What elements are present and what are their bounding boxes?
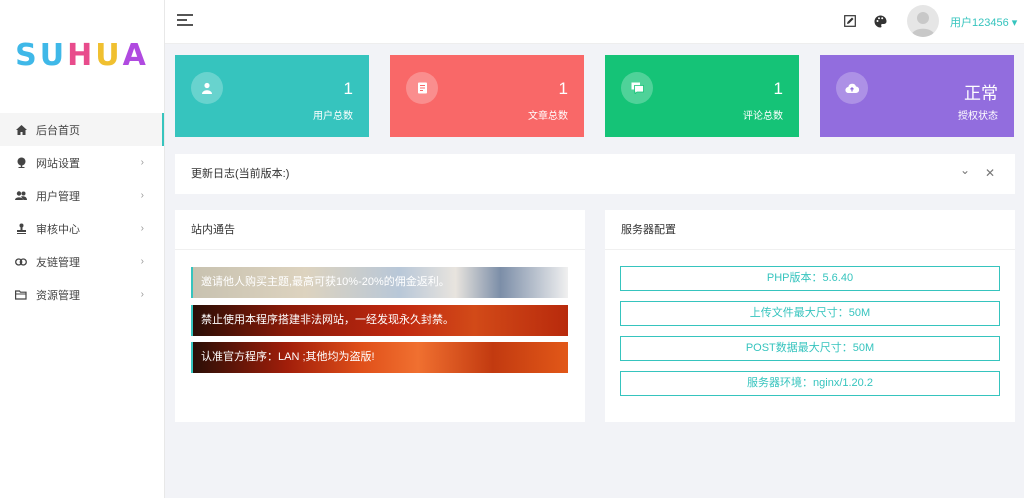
sidebar-item-links[interactable]: 友链管理 › — [0, 245, 164, 278]
sidebar-item-review[interactable]: 审核中心 › — [0, 212, 164, 245]
users-icon — [14, 189, 28, 203]
top-header: 用户123456 ▾ — [165, 0, 1024, 44]
home-icon — [14, 123, 28, 137]
link-icon — [14, 255, 28, 269]
chevron-right-icon: › — [140, 256, 144, 267]
menu-toggle-icon[interactable] — [177, 14, 193, 28]
logo-letter: U — [39, 37, 68, 73]
chevron-right-icon: › — [140, 223, 144, 234]
sidebar-item-label: 后台首页 — [36, 124, 80, 137]
server-info-environment: 服务器环境：nginx/1.20.2 — [620, 371, 1000, 396]
logo-letter: H — [67, 37, 96, 73]
sidebar-item-users[interactable]: 用户管理 › — [0, 179, 164, 212]
username-dropdown[interactable]: 用户123456 ▾ — [950, 14, 1017, 30]
notice-item[interactable]: 禁止使用本程序搭建非法网站，一经发现永久封禁。 — [191, 305, 568, 336]
logo-letter: A — [122, 37, 149, 73]
notice-item[interactable]: 认准官方程序：LAN ;其他均为盗版! — [191, 342, 568, 373]
server-config-panel: 服务器配置 PHP版本：5.6.40 上传文件最大尺寸：50M POST数据最大… — [605, 210, 1015, 422]
stat-value: 正常 — [964, 84, 998, 103]
server-info-post-size: POST数据最大尺寸：50M — [620, 336, 1000, 361]
server-info-php: PHP版本：5.6.40 — [620, 266, 1000, 291]
sidebar-item-label: 友链管理 — [36, 256, 80, 269]
server-info-upload-size: 上传文件最大尺寸：50M — [620, 301, 1000, 326]
sidebar-nav: 后台首页 网站设置 › 用户管理 › 审核中心 › 友链管理 › 资源管理 › — [0, 113, 164, 311]
sidebar-item-label: 网站设置 — [36, 157, 80, 170]
stat-label: 评论总数 — [743, 111, 783, 122]
close-icon[interactable]: ✕ — [985, 166, 995, 180]
notice-panel: 站内通告 邀请他人购买主题,最高可获10%-20%的佣金返利。 禁止使用本程序搭… — [175, 210, 585, 422]
sidebar-item-home[interactable]: 后台首页 — [0, 113, 164, 146]
user-icon — [191, 72, 223, 104]
folder-icon — [14, 288, 28, 302]
stat-value: 1 — [558, 79, 568, 98]
chevron-right-icon: › — [140, 289, 144, 300]
stat-card-articles: 1 文章总数 — [390, 55, 584, 137]
stamp-icon — [14, 222, 28, 236]
changelog-panel: 更新日志(当前版本:) ⌄ ✕ — [175, 154, 1015, 194]
palette-icon[interactable] — [872, 13, 888, 29]
sidebar-item-label: 审核中心 — [36, 223, 80, 236]
globe-icon — [14, 156, 28, 170]
sidebar-item-label: 用户管理 — [36, 190, 80, 203]
logo-letter: S — [15, 37, 40, 73]
logo-text: SUHUA — [15, 38, 149, 73]
sidebar: SUHUA 后台首页 网站设置 › 用户管理 › 审核中心 › 友链管理 › 资… — [0, 0, 165, 498]
avatar[interactable] — [907, 5, 939, 37]
stat-card-license: 正常 授权状态 — [820, 55, 1014, 137]
notice-item[interactable]: 邀请他人购买主题,最高可获10%-20%的佣金返利。 — [191, 267, 568, 298]
changelog-title[interactable]: 更新日志(当前版本:) — [175, 154, 1015, 194]
chevron-down-icon[interactable]: ⌄ — [960, 163, 970, 177]
sidebar-item-site-settings[interactable]: 网站设置 › — [0, 146, 164, 179]
sidebar-item-resources[interactable]: 资源管理 › — [0, 278, 164, 311]
stat-label: 文章总数 — [528, 111, 568, 122]
chevron-right-icon: › — [140, 190, 144, 201]
stat-card-comments: 1 评论总数 — [605, 55, 799, 137]
stat-label: 授权状态 — [958, 111, 998, 122]
chevron-right-icon: › — [140, 157, 144, 168]
logo-letter: U — [95, 37, 123, 73]
edit-icon[interactable] — [842, 13, 858, 29]
stat-card-users: 1 用户总数 — [175, 55, 369, 137]
article-icon — [406, 72, 438, 104]
stat-value: 1 — [343, 79, 353, 98]
server-panel-title: 服务器配置 — [605, 210, 1015, 250]
cloud-icon — [836, 72, 868, 104]
stat-label: 用户总数 — [313, 111, 353, 122]
sidebar-item-label: 资源管理 — [36, 289, 80, 302]
comment-icon — [621, 72, 653, 104]
stat-value: 1 — [773, 79, 783, 98]
notice-panel-title: 站内通告 — [175, 210, 585, 250]
logo[interactable]: SUHUA — [0, 0, 164, 110]
